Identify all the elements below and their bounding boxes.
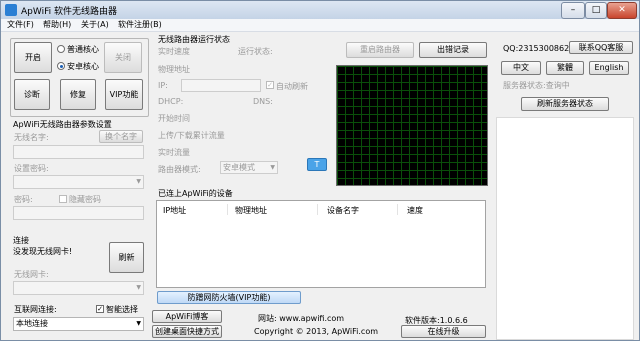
dns-label: DNS:: [253, 97, 273, 106]
col-sep: [227, 204, 228, 215]
status-title: 无线路由器运行状态: [158, 35, 230, 44]
col-mac[interactable]: 物理地址: [235, 205, 267, 216]
params-title: ApWiFi无线路由器参数设置: [13, 120, 112, 129]
mac-label: 物理地址: [158, 65, 190, 74]
pwd-select[interactable]: ▼: [13, 175, 144, 189]
local-connection-select[interactable]: 本地连接 ▼: [13, 317, 144, 331]
lang-traditional-button[interactable]: 繁體: [546, 61, 584, 75]
restart-router-button[interactable]: 重启路由器: [346, 42, 414, 58]
start-button[interactable]: 开启: [14, 42, 52, 73]
blog-button[interactable]: ApWiFi博客: [152, 310, 222, 323]
error-log-button[interactable]: 出错记录: [419, 42, 487, 58]
menu-file[interactable]: 文件(F): [7, 19, 34, 31]
ip-label: IP:: [158, 81, 168, 90]
smart-select-checkbox[interactable]: ✓: [96, 305, 104, 313]
create-shortcut-button[interactable]: 创建桌面快捷方式: [152, 325, 222, 338]
connection-title: 连接: [13, 236, 29, 245]
internet-label: 互联网连接:: [14, 305, 57, 314]
ssid-label: 无线名字:: [14, 133, 49, 142]
website-link[interactable]: 网站: www.apwifi.com: [258, 313, 344, 324]
pwd-input[interactable]: [13, 206, 144, 220]
firewall-button[interactable]: 防蹭网防火墙(VIP功能): [157, 291, 301, 304]
window-title: ApWiFi 软件无线路由器: [21, 7, 117, 17]
mode-normal-radio[interactable]: [57, 45, 65, 53]
card-status: 没发现无线网卡!: [13, 247, 73, 256]
rt-traffic-label: 实时流量: [158, 148, 190, 157]
app-window: ApWiFi 软件无线路由器 – □ ✕ 文件(F) 帮助(H) 关于(A) 软…: [0, 0, 640, 341]
col-sep: [397, 204, 398, 215]
diagnose-button[interactable]: 诊断: [14, 79, 50, 110]
col-speed[interactable]: 速度: [407, 205, 423, 216]
repair-button[interactable]: 修复: [60, 79, 96, 110]
router-mode-value: 安卓模式: [223, 163, 255, 172]
hide-pwd-label: 隐藏密码: [69, 195, 101, 204]
traffic-label: 上传/下载累计流量: [158, 131, 225, 140]
wifi-app-icon: [5, 4, 17, 16]
pwd2-label: 密码:: [14, 195, 33, 204]
start-time-label: 开始时间: [158, 114, 190, 123]
router-mode-label: 路由器模式:: [158, 165, 201, 174]
mode-android-radio[interactable]: [57, 62, 65, 70]
chevron-down-icon: ▼: [136, 178, 141, 185]
col-sep: [317, 204, 318, 215]
refresh-server-button[interactable]: 刷新服务器状态: [521, 97, 609, 111]
devices-table: IP地址 物理地址 设备名字 速度: [156, 200, 486, 288]
contact-qq-button[interactable]: 联系QQ客服: [569, 41, 633, 54]
minimize-button[interactable]: –: [561, 2, 585, 19]
refresh-card-button[interactable]: 刷新: [109, 242, 144, 273]
auto-refresh-checkbox[interactable]: ✓: [266, 81, 274, 89]
run-status-label: 运行状态:: [238, 47, 273, 56]
router-mode-select[interactable]: 安卓模式 ▼: [220, 161, 278, 174]
lang-english-button[interactable]: English: [589, 61, 629, 75]
realtime-speed-label: 实时速度: [158, 47, 190, 56]
local-connection-value: 本地连接: [16, 319, 48, 328]
lang-chinese-button[interactable]: 中文: [501, 61, 541, 75]
qq-number: QQ:2315300862: [503, 44, 570, 53]
info-panel: [496, 117, 634, 340]
vip-button[interactable]: VIP功能: [105, 79, 143, 110]
close-window-button[interactable]: ✕: [607, 2, 637, 19]
copyright-text: Copyright © 2013, ApWiFi.com: [254, 327, 378, 336]
auto-refresh-label: 自动刷新: [276, 82, 308, 91]
title-bar: ApWiFi 软件无线路由器 – □ ✕: [1, 1, 639, 19]
maximize-button[interactable]: □: [585, 2, 607, 19]
ip-field: [181, 79, 261, 92]
menu-about[interactable]: 关于(A): [81, 19, 109, 31]
traffic-graph: [336, 65, 488, 186]
server-status-text: 服务器状态:查询中: [503, 81, 570, 90]
close-router-button[interactable]: 关闭: [104, 42, 142, 73]
chevron-down-icon: ▼: [136, 320, 141, 327]
col-ip[interactable]: IP地址: [163, 205, 186, 216]
card-select[interactable]: ▼: [13, 281, 144, 295]
menu-bar: 文件(F) 帮助(H) 关于(A) 软件注册(B): [1, 19, 639, 32]
menu-register[interactable]: 软件注册(B): [118, 19, 162, 31]
dhcp-label: DHCP:: [158, 97, 184, 106]
mode-normal-label: 普通核心: [67, 45, 99, 54]
hide-pwd-checkbox[interactable]: [59, 195, 67, 203]
chevron-down-icon: ▼: [270, 164, 275, 171]
col-name[interactable]: 设备名字: [327, 205, 359, 216]
online-upgrade-button[interactable]: 在线升级: [401, 325, 486, 338]
mode-android-label: 安卓核心: [67, 62, 99, 71]
pwd-label: 设置密码:: [14, 164, 49, 173]
t-button[interactable]: T: [307, 158, 327, 171]
smart-select-label: 智能选择: [106, 305, 138, 314]
devices-title: 已连上ApWiFi的设备: [158, 189, 233, 198]
chevron-down-icon: ▼: [136, 284, 141, 291]
change-name-button[interactable]: 换个名字: [99, 130, 143, 143]
ssid-input[interactable]: [13, 145, 144, 159]
menu-help[interactable]: 帮助(H): [43, 19, 71, 31]
card-label: 无线网卡:: [14, 270, 49, 279]
